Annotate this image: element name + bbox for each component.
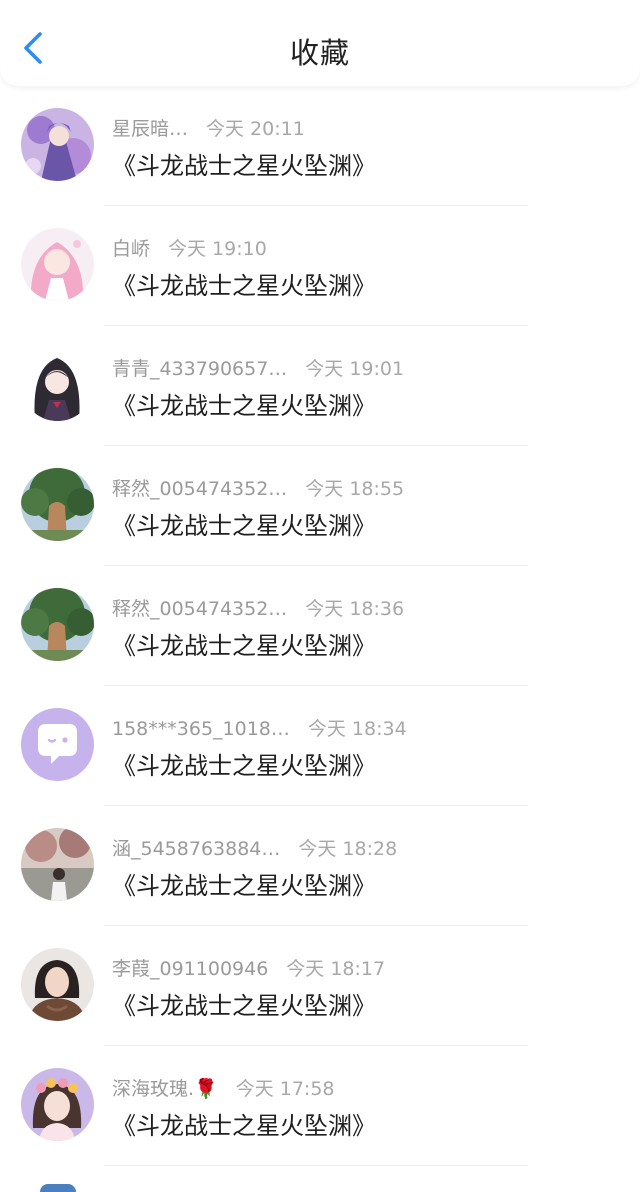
item-meta: 李葭_091100946 今天 18:17 bbox=[112, 954, 385, 981]
user-name[interactable]: 释然_005474352… bbox=[112, 598, 287, 620]
item-title[interactable]: 《斗龙战士之星火坠渊》 bbox=[112, 266, 376, 301]
user-name[interactable]: 青青_433790657… bbox=[112, 358, 287, 380]
outdoor-photo-avatar bbox=[21, 828, 94, 901]
item-meta: 释然_005474352… 今天 18:55 bbox=[112, 474, 404, 501]
anime-character-avatar bbox=[21, 108, 94, 181]
user-name[interactable]: 深海玫瑰.🌹 bbox=[112, 1078, 218, 1100]
list-item[interactable]: 李葭_091100946 今天 18:17 《斗龙战士之星火坠渊》 bbox=[0, 926, 640, 1046]
avatar[interactable] bbox=[21, 948, 94, 1021]
item-title[interactable]: 《斗龙战士之星火坠渊》 bbox=[112, 146, 376, 181]
user-name[interactable]: 星辰暗… bbox=[112, 118, 188, 140]
timestamp: 今天 19:01 bbox=[305, 358, 405, 380]
user-name[interactable]: 释然_005474352… bbox=[112, 478, 287, 500]
timestamp: 今天 17:58 bbox=[235, 1078, 335, 1100]
user-name[interactable]: 李葭_091100946 bbox=[112, 958, 268, 980]
avatar[interactable] bbox=[21, 468, 94, 541]
avatar[interactable] bbox=[21, 828, 94, 901]
page-title: 收藏 bbox=[289, 36, 350, 70]
list-item[interactable]: 释然_005474352… 今天 18:36 《斗龙战士之星火坠渊》 bbox=[0, 566, 640, 686]
favorites-list: 星辰暗… 今天 20:11 《斗龙战士之星火坠渊》 白峤 今天 19:10 《斗龙战… bbox=[0, 86, 640, 1166]
timestamp: 今天 18:34 bbox=[307, 718, 407, 740]
user-name[interactable]: 158***365_1018… bbox=[112, 718, 290, 740]
default-chat-bubble-avatar bbox=[21, 708, 94, 781]
header-bar: 收藏 bbox=[0, 0, 640, 86]
avatar[interactable] bbox=[21, 348, 94, 421]
list-item[interactable]: 星辰暗… 今天 20:11 《斗龙战士之星火坠渊》 bbox=[0, 86, 640, 206]
avatar[interactable] bbox=[21, 108, 94, 181]
item-meta: 释然_005474352… 今天 18:36 bbox=[112, 594, 404, 621]
user-name[interactable]: 白峤 bbox=[112, 238, 150, 260]
flower-crown-girl-avatar bbox=[21, 1068, 94, 1141]
item-meta: 深海玫瑰.🌹 今天 17:58 bbox=[112, 1074, 335, 1101]
list-item[interactable]: 白峤 今天 19:10 《斗龙战士之星火坠渊》 bbox=[0, 206, 640, 326]
item-meta: 星辰暗… 今天 20:11 bbox=[112, 114, 305, 141]
list-item[interactable]: 释然_005474352… 今天 18:55 《斗龙战士之星火坠渊》 bbox=[0, 446, 640, 566]
avatar[interactable] bbox=[21, 588, 94, 661]
timestamp: 今天 19:10 bbox=[168, 238, 267, 260]
dark-hair-anime-girl-avatar bbox=[21, 348, 94, 421]
item-meta: 青青_433790657… 今天 19:01 bbox=[112, 354, 404, 381]
tree-stone-avatar bbox=[21, 468, 94, 541]
woman-photo-avatar bbox=[21, 948, 94, 1021]
timestamp: 今天 18:28 bbox=[298, 838, 398, 860]
avatar[interactable] bbox=[21, 228, 94, 301]
item-title[interactable]: 《斗龙战士之星火坠渊》 bbox=[112, 746, 376, 781]
list-item[interactable]: 深海玫瑰.🌹 今天 17:58 《斗龙战士之星火坠渊》 bbox=[0, 1046, 640, 1166]
list-item[interactable]: 青青_433790657… 今天 19:01 《斗龙战士之星火坠渊》 bbox=[0, 326, 640, 446]
avatar[interactable] bbox=[21, 1068, 94, 1141]
tree-stone-avatar bbox=[21, 588, 94, 661]
timestamp: 今天 20:11 bbox=[206, 118, 305, 140]
item-title[interactable]: 《斗龙战士之星火坠渊》 bbox=[112, 386, 376, 421]
item-meta: 涵_5458763884… 今天 18:28 bbox=[112, 834, 397, 861]
list-item[interactable]: 158***365_1018… 今天 18:34 《斗龙战士之星火坠渊》 bbox=[0, 686, 640, 806]
list-item[interactable]: 涵_5458763884… 今天 18:28 《斗龙战士之星火坠渊》 bbox=[0, 806, 640, 926]
pink-hair-girl-avatar bbox=[21, 228, 94, 301]
user-name[interactable]: 涵_5458763884… bbox=[112, 838, 280, 860]
item-title[interactable]: 《斗龙战士之星火坠渊》 bbox=[112, 626, 376, 661]
item-title[interactable]: 《斗龙战士之星火坠渊》 bbox=[112, 866, 376, 901]
timestamp: 今天 18:36 bbox=[305, 598, 405, 620]
item-title[interactable]: 《斗龙战士之星火坠渊》 bbox=[112, 986, 376, 1021]
avatar[interactable] bbox=[21, 708, 94, 781]
item-title[interactable]: 《斗龙战士之星火坠渊》 bbox=[112, 506, 376, 541]
timestamp: 今天 18:55 bbox=[305, 478, 405, 500]
item-meta: 158***365_1018… 今天 18:34 bbox=[112, 714, 407, 741]
next-avatar-peek bbox=[40, 1184, 76, 1192]
item-meta: 白峤 今天 19:10 bbox=[112, 234, 267, 261]
timestamp: 今天 18:17 bbox=[286, 958, 386, 980]
divider bbox=[104, 1165, 528, 1166]
item-title[interactable]: 《斗龙战士之星火坠渊》 bbox=[112, 1106, 376, 1141]
